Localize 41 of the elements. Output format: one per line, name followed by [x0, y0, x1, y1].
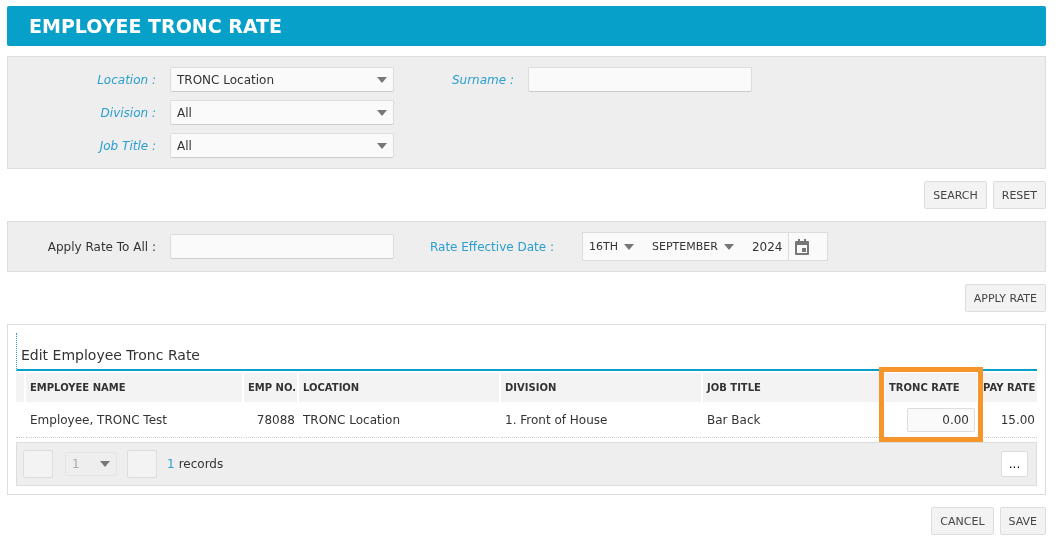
caret-icon — [377, 76, 387, 83]
action-button[interactable]: SEARCH — [924, 181, 987, 209]
calendar-icon[interactable] — [795, 238, 810, 255]
column-header: EMPLOYEE NAME — [26, 373, 242, 402]
table-cell: TRONC Location — [303, 412, 401, 427]
record-count: 1 — [167, 457, 175, 471]
input-field[interactable]: 0.00 — [907, 407, 975, 432]
action-button[interactable]: RESET — [992, 181, 1046, 209]
caret-icon — [377, 142, 387, 149]
field-label: Apply Rate To All : — [46, 239, 156, 254]
table-cell: 78088 — [256, 412, 295, 427]
dropdown[interactable]: All — [170, 100, 394, 125]
more-button[interactable]: ... — [1001, 451, 1028, 477]
page-title: EMPLOYEE TRONC RATE — [7, 6, 1046, 46]
dropdown[interactable]: TRONC Location — [170, 67, 394, 92]
column-header: EMP NO. — [244, 373, 297, 402]
action-button[interactable]: CANCEL — [931, 507, 994, 535]
field-label: Rate Effective Date : — [428, 239, 554, 254]
column-header: TRONC RATE — [885, 373, 977, 402]
field-label: Division : — [99, 105, 156, 120]
column-header: LOCATION — [299, 373, 499, 402]
caret-icon — [624, 243, 634, 250]
caret-icon — [723, 243, 734, 250]
input-field[interactable] — [528, 67, 752, 92]
caret-icon — [100, 461, 110, 467]
dropdown[interactable]: All — [170, 133, 394, 158]
caret-icon — [377, 109, 387, 116]
section-title: Edit Employee Tronc Rate — [16, 333, 1037, 371]
table-cell: 1. Front of House — [505, 412, 608, 427]
column-header: DIVISION — [501, 373, 701, 402]
input-field[interactable] — [170, 234, 394, 259]
field-label: Location : — [96, 72, 156, 87]
table-cell: Bar Back — [707, 412, 761, 427]
records-label: records — [178, 457, 224, 471]
table-cell: Employee, TRONC Test — [30, 412, 167, 427]
field-label: Job Title : — [97, 138, 156, 153]
field-label: Surname : — [450, 72, 514, 87]
action-button[interactable]: SAVE — [999, 507, 1046, 535]
date-picker[interactable]: 16TH SEPTEMBER 2024 — [582, 232, 829, 261]
apply-rate-button[interactable]: APPLY RATE — [964, 284, 1046, 312]
table-cell: 15.00 — [1000, 412, 1035, 427]
